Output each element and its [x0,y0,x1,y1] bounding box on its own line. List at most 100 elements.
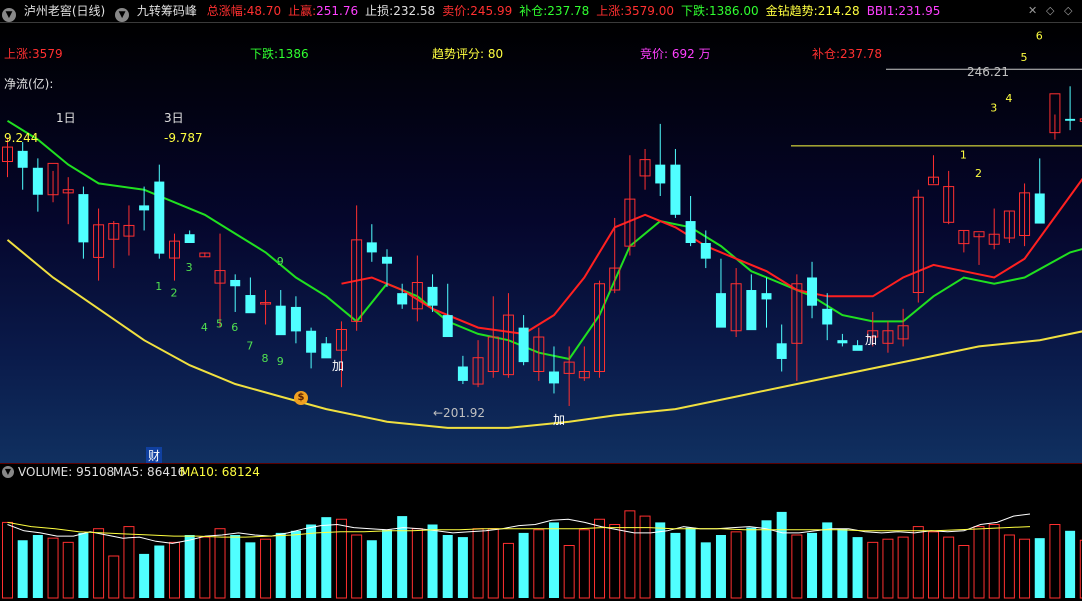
candle [367,224,377,262]
candle [853,340,863,351]
candle [1004,211,1014,243]
volume-bar [1020,539,1030,598]
candle-body [458,366,468,380]
volume-bar [564,546,574,599]
finance-marker[interactable]: 财 [146,447,162,463]
volume-bar [18,540,28,598]
volume-bar [686,528,696,598]
candle [837,334,847,347]
circle-down-icon[interactable]: ▼ [115,8,129,22]
indicator-value: 232.58 [393,0,435,22]
sequence-count-label: 3 [186,261,193,274]
candle [519,315,529,365]
volume-bar [913,527,923,598]
sequence-count-label: 9 [277,255,284,268]
candle [822,293,832,340]
indicator-value: 1386.00 [709,0,759,22]
candle [913,190,923,303]
indicator-value: 48.70 [247,0,281,22]
volume-bar [731,532,741,598]
volume-bar [291,531,301,598]
indicator-value: 231.95 [898,0,940,22]
down-count-label: 下跌:1386 [250,45,309,62]
price-chart-pane[interactable]: 1234567899123456 上涨:3579 下跌:1386 趋势评分: 8… [0,23,1082,463]
trend-score-label: 趋势评分: 80 [432,45,503,62]
window-title: 泸州老窖(日线) [24,0,105,22]
volume-bar [762,520,772,598]
circle-down-icon[interactable]: ▼ [2,8,16,22]
volume-chart [0,464,1082,600]
sequence-count-label: 4 [1005,92,1012,105]
up-count-label: 上涨:3579 [4,45,63,62]
volume-bar [382,530,392,598]
volume-bar [154,546,164,599]
sequence-count-label: 6 [1036,29,1043,42]
volume-label: VOLUME: 95108 [18,465,114,479]
diamond-icon[interactable]: ◇ [1064,0,1072,22]
volume-bar [458,537,468,598]
money-bag-icon[interactable]: $ [294,391,308,405]
candle-body [230,280,240,286]
x-icon[interactable]: ✕ [1028,0,1037,22]
candle [731,268,741,337]
volume-bar [610,525,620,599]
candle [989,209,999,250]
sequence-count-label: 2 [975,167,982,180]
candle-body [185,234,195,243]
volume-bar [33,535,43,598]
candle [625,155,635,255]
sequence-count-label: 7 [246,340,253,353]
candle-body [1035,193,1045,223]
candle [670,149,680,218]
candle-body [549,372,559,384]
volume-bar [944,537,954,598]
volume-bar [746,528,756,598]
diamond-icon[interactable]: ◇ [1046,0,1054,22]
volume-bar [352,535,362,598]
volume-bar [185,535,195,598]
candle [412,256,422,322]
volume-bar [336,519,346,598]
period-low-label: ←201.92 [433,406,485,420]
volume-bar [716,535,726,598]
volume-bar [276,533,286,598]
indicator-value: 245.99 [470,0,512,22]
candlestick-chart: 1234567899123456 [0,23,1082,463]
candle [503,293,513,378]
volume-bar [428,525,438,599]
volume-bar [412,529,422,598]
candle [686,196,696,246]
volume-bar [837,529,847,598]
candle [610,218,620,293]
volume-bar [883,539,893,598]
candle [1035,158,1045,223]
volume-bar [822,522,832,598]
volume-bar [853,537,863,598]
candle-body [853,345,863,351]
candle [276,290,286,335]
circle-down-icon[interactable]: ▼ [2,466,14,478]
candle [306,328,316,369]
candle-body [655,165,665,184]
volume-bar [1004,535,1014,598]
candle [701,230,711,268]
indicator-label: 止赢: [288,0,316,22]
volume-bar [595,519,605,598]
candle-body [291,307,301,331]
candle-body [306,331,316,353]
candle [655,124,665,196]
quote-header-bar: ▼ 泸州老窖(日线) ▼ 九转筹码峰 总涨幅:48.70止赢:251.76止损:… [0,0,1082,23]
candle-body [746,290,756,330]
candle-body [276,306,286,335]
candle-body [701,243,711,259]
candle [109,221,119,268]
sequence-count-label: 6 [231,321,238,334]
volume-bar [488,529,498,598]
candle [1065,86,1075,130]
add-marker: 加 [553,411,565,428]
volume-bar [868,542,878,598]
candle-body [1065,119,1075,121]
volume-pane[interactable]: ▼ VOLUME: 95108 MA5: 86416 MA10: 68124 [0,463,1082,601]
candle [261,290,271,324]
sequence-count-label: 2 [170,286,177,299]
